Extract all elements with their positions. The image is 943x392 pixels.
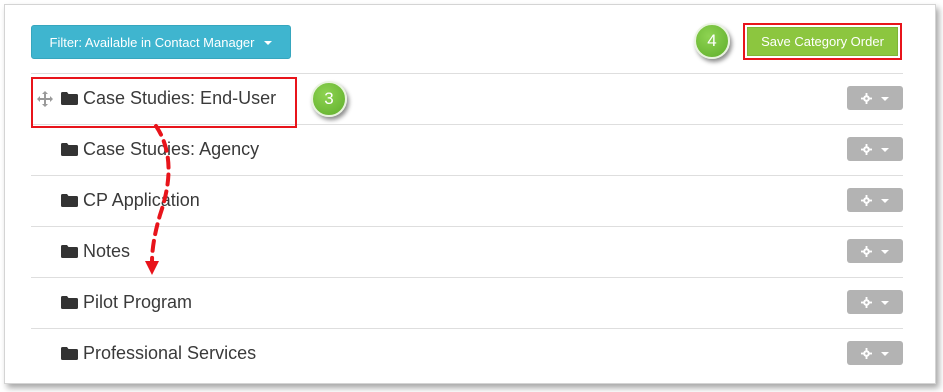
category-panel: Filter: Available in Contact Manager 4 S… — [4, 4, 936, 384]
gear-icon — [861, 194, 872, 206]
step-callout-4: 4 — [694, 23, 730, 59]
row-settings-button[interactable] — [847, 188, 903, 212]
step-number: 4 — [707, 31, 717, 50]
step-callout-3: 3 — [311, 81, 347, 117]
category-row[interactable]: CP Application — [31, 175, 903, 226]
gear-icon — [861, 92, 872, 104]
category-label: Notes — [83, 241, 131, 261]
caret-down-icon — [881, 147, 889, 152]
row-settings-button[interactable] — [847, 341, 903, 365]
folder-icon — [61, 194, 78, 207]
save-button-highlight: Save Category Order — [743, 23, 902, 60]
gear-icon — [861, 143, 872, 155]
row-settings-button[interactable] — [847, 290, 903, 314]
category-row[interactable]: Professional Services — [31, 328, 903, 379]
row-settings-button[interactable] — [847, 137, 903, 161]
save-category-order-button[interactable]: Save Category Order — [747, 27, 898, 56]
category-label-wrap: CP Application — [61, 190, 200, 211]
folder-icon — [61, 296, 78, 309]
category-label: Case Studies: End-User — [83, 88, 277, 108]
category-label: Professional Services — [83, 343, 257, 363]
category-list: Case Studies: End-User Case Studies: Age… — [31, 73, 903, 379]
category-label-wrap: Notes — [61, 241, 130, 262]
folder-icon — [61, 143, 78, 156]
category-label: Case Studies: Agency — [83, 139, 260, 159]
folder-icon — [61, 347, 78, 360]
category-row[interactable]: Case Studies: End-User — [31, 73, 903, 124]
caret-down-icon — [881, 351, 889, 356]
folder-icon — [61, 92, 78, 105]
row-settings-button[interactable] — [847, 239, 903, 263]
category-row[interactable]: Notes — [31, 226, 903, 277]
filter-dropdown-button[interactable]: Filter: Available in Contact Manager — [31, 25, 291, 59]
move-icon[interactable] — [37, 91, 53, 107]
category-label-wrap: Professional Services — [61, 343, 256, 364]
category-row[interactable]: Pilot Program — [31, 277, 903, 328]
caret-down-icon — [881, 249, 889, 254]
folder-icon — [61, 245, 78, 258]
category-row[interactable]: Case Studies: Agency — [31, 124, 903, 175]
category-label-wrap: Pilot Program — [61, 292, 192, 313]
gear-icon — [861, 347, 872, 359]
save-label: Save Category Order — [761, 34, 884, 49]
step-number: 3 — [324, 89, 334, 108]
category-label: CP Application — [83, 190, 200, 210]
category-label-wrap: Case Studies: Agency — [61, 139, 259, 160]
gear-icon — [861, 245, 872, 257]
filter-label: Filter: Available in Contact Manager — [49, 34, 255, 50]
caret-down-icon — [881, 198, 889, 203]
caret-down-icon — [264, 40, 273, 45]
gear-icon — [861, 296, 872, 308]
category-label: Pilot Program — [83, 292, 193, 312]
row-settings-button[interactable] — [847, 86, 903, 110]
caret-down-icon — [881, 96, 889, 101]
category-label-wrap: Case Studies: End-User — [61, 88, 276, 109]
caret-down-icon — [881, 300, 889, 305]
